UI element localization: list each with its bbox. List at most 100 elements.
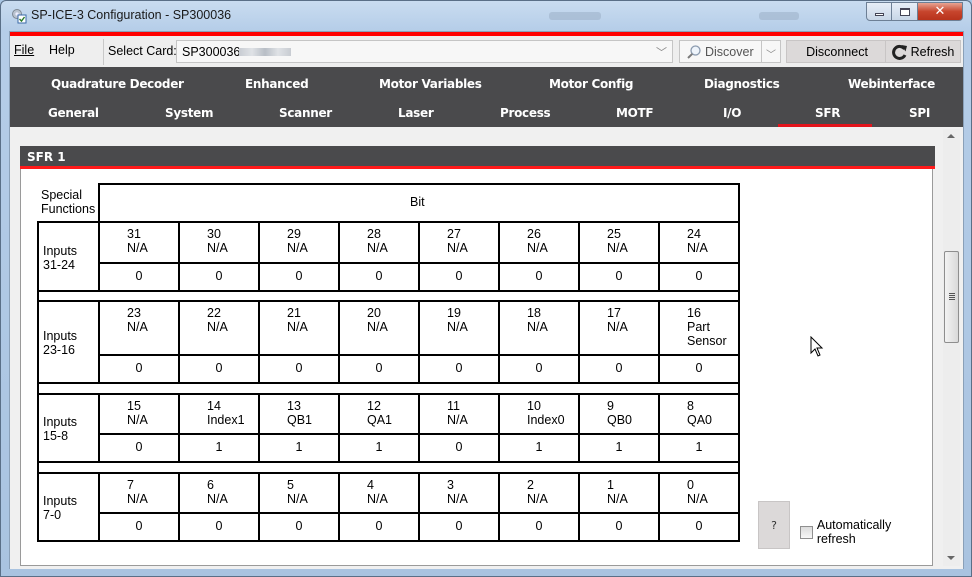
tab-quadrature-decoder[interactable]: Quadrature Decoder bbox=[51, 77, 184, 91]
auto-refresh-checkbox[interactable] bbox=[800, 525, 813, 539]
bit-value: 0 bbox=[615, 519, 623, 533]
blurred-title-region bbox=[549, 12, 601, 20]
tab-webinterface[interactable]: Webinterface bbox=[848, 77, 935, 91]
bit-label: 27 N/A bbox=[447, 227, 468, 255]
tab-enhanced[interactable]: Enhanced bbox=[245, 77, 309, 91]
minimize-button[interactable] bbox=[866, 2, 892, 21]
bit-value: 0 bbox=[135, 361, 143, 375]
grip-line bbox=[949, 297, 955, 298]
menu-help-label: Help bbox=[49, 43, 75, 57]
bit-label: 20 N/A bbox=[367, 306, 388, 334]
bit-label: 3 N/A bbox=[447, 478, 468, 506]
help-button-label: ? bbox=[771, 518, 777, 532]
toolbar: File Help Select Card: SP300036: ﹀ Disco… bbox=[10, 36, 963, 67]
bit-label: 4 N/A bbox=[367, 478, 388, 506]
bit-label: 12 QA1 bbox=[367, 399, 393, 427]
maximize-icon bbox=[899, 7, 910, 16]
refresh-button[interactable]: Refresh bbox=[885, 40, 961, 63]
scrollbar-thumb[interactable] bbox=[944, 251, 959, 343]
group-label: Inputs 15-8 bbox=[43, 415, 78, 443]
refresh-label: Refresh bbox=[910, 44, 955, 59]
chevron-down-icon: ﹀ bbox=[766, 50, 776, 61]
group-label: Inputs 31-24 bbox=[43, 243, 78, 272]
bit-label: 19 N/A bbox=[447, 306, 468, 334]
vertical-scrollbar[interactable] bbox=[943, 129, 960, 566]
menu-help[interactable]: Help bbox=[49, 43, 75, 57]
window-title: SP-ICE-3 Configuration - SP300036 bbox=[31, 8, 232, 22]
bit-value: 1 bbox=[695, 440, 703, 454]
app-window: SP-ICE-3 Configuration - SP300036 ✕ File… bbox=[0, 0, 972, 577]
discover-label: Discover bbox=[705, 45, 754, 59]
bit-value: 0 bbox=[375, 269, 383, 283]
bit-value: 0 bbox=[135, 519, 143, 533]
grip-line bbox=[949, 293, 955, 294]
bit-value: 0 bbox=[215, 519, 223, 533]
bit-label: 1 N/A bbox=[607, 478, 628, 506]
tab-diagnostics[interactable]: Diagnostics bbox=[704, 77, 780, 91]
tab-sfr[interactable]: SFR bbox=[815, 106, 840, 120]
menu-file[interactable]: File bbox=[14, 43, 34, 57]
card-select-dropdown[interactable]: SP300036: ﹀ bbox=[176, 40, 673, 63]
bit-value: 1 bbox=[215, 440, 223, 454]
bit-value: 0 bbox=[135, 440, 143, 454]
bit-value: 1 bbox=[295, 440, 303, 454]
special-functions-label: Special Functions bbox=[41, 188, 96, 216]
bit-value: 0 bbox=[215, 269, 223, 283]
discover-dropdown-button[interactable]: ﹀ bbox=[762, 40, 781, 63]
bit-label: 15 N/A bbox=[127, 399, 148, 427]
bit-label: 0 N/A bbox=[687, 478, 708, 506]
bit-value: 0 bbox=[535, 519, 543, 533]
auto-refresh-label: Automatically refresh bbox=[816, 518, 892, 546]
bit-value: 0 bbox=[375, 519, 383, 533]
tab-general[interactable]: General bbox=[48, 106, 99, 120]
bit-label: 11 N/A bbox=[447, 399, 468, 427]
tab-io[interactable]: I/O bbox=[723, 106, 741, 120]
panel-header: SFR 1 bbox=[20, 146, 935, 169]
tab-laser[interactable]: Laser bbox=[398, 106, 434, 120]
tab-motor-variables[interactable]: Motor Variables bbox=[379, 77, 482, 91]
maximize-button[interactable] bbox=[892, 2, 918, 21]
row-divider bbox=[98, 512, 738, 514]
scroll-up-arrow-icon[interactable] bbox=[947, 134, 955, 138]
chevron-down-icon: ﹀ bbox=[656, 46, 667, 59]
grip-line bbox=[949, 295, 955, 296]
scroll-down-arrow-icon[interactable] bbox=[947, 556, 955, 560]
bit-value: 0 bbox=[455, 519, 463, 533]
tab-motf[interactable]: MOTF bbox=[616, 106, 654, 120]
bit-label: 9 QB0 bbox=[607, 399, 633, 427]
bit-label: 5 N/A bbox=[287, 478, 308, 506]
bit-value: 0 bbox=[695, 519, 703, 533]
bit-label: 8 QA0 bbox=[687, 399, 713, 427]
row-divider bbox=[98, 433, 738, 435]
bit-label: 16 Part Sensor bbox=[687, 306, 727, 348]
group-label: Inputs 23-16 bbox=[43, 329, 78, 357]
tab-system[interactable]: System bbox=[165, 106, 213, 120]
bit-label: 10 Index0 bbox=[527, 399, 565, 427]
bit-value: 0 bbox=[135, 269, 143, 283]
grip-line bbox=[949, 299, 955, 300]
discover-button[interactable]: Discover bbox=[679, 40, 762, 63]
bit-label: 24 N/A bbox=[687, 227, 708, 255]
help-button[interactable]: ? bbox=[758, 501, 790, 549]
bit-label: 7 N/A bbox=[127, 478, 148, 506]
tab-process[interactable]: Process bbox=[500, 106, 551, 120]
auto-refresh-toggle[interactable]: Automatically refresh bbox=[800, 518, 932, 546]
disconnect-button[interactable]: Disconnect bbox=[786, 40, 888, 63]
bit-value: 1 bbox=[375, 440, 383, 454]
client-area: File Help Select Card: SP300036: ﹀ Disco… bbox=[9, 31, 964, 569]
bit-label: 26 N/A bbox=[527, 227, 548, 255]
select-card-label: Select Card: bbox=[108, 44, 177, 58]
group-label: Inputs 7-0 bbox=[43, 494, 78, 522]
blurred-title-region bbox=[759, 12, 799, 20]
bit-value: 0 bbox=[535, 361, 543, 375]
tab-spi[interactable]: SPI bbox=[909, 106, 930, 120]
tab-scanner[interactable]: Scanner bbox=[279, 106, 332, 120]
minimize-icon bbox=[874, 13, 884, 16]
close-icon: ✕ bbox=[934, 4, 946, 19]
row-divider bbox=[98, 354, 738, 356]
close-button[interactable]: ✕ bbox=[918, 2, 963, 21]
app-icon bbox=[12, 9, 27, 24]
tab-motor-config[interactable]: Motor Config bbox=[549, 77, 633, 91]
bit-value: 0 bbox=[695, 361, 703, 375]
bit-value: 1 bbox=[535, 440, 543, 454]
